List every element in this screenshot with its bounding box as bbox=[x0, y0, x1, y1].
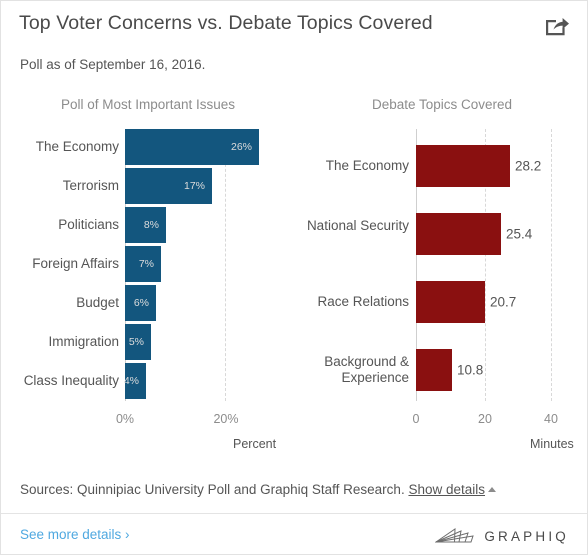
bar-category-label: National Security bbox=[306, 218, 409, 233]
graphiq-wordmark: GRAPHIQ bbox=[484, 528, 569, 544]
chart-panel-debate: Debate Topics Covered The Economy 28.2 N… bbox=[295, 87, 587, 451]
bar-value-label: 17% bbox=[183, 180, 205, 192]
bar-category-label: Immigration bbox=[48, 334, 119, 349]
bar-row: National Security 25.4 bbox=[295, 213, 587, 255]
plot-area-poll: The Economy 26% Terrorism 17% Politician… bbox=[1, 129, 295, 401]
bar-poll-immigration[interactable]: 5% bbox=[125, 324, 151, 360]
sources-text: Sources: Quinnipiac University Poll and … bbox=[20, 482, 405, 497]
xaxis-title-debate: Minutes bbox=[530, 437, 574, 451]
bar-category-label: Terrorism bbox=[62, 178, 119, 193]
bar-poll-the-economy[interactable]: 26% bbox=[125, 129, 259, 165]
graphiq-logo-icon bbox=[435, 528, 475, 543]
bar-value-label: 20.7 bbox=[490, 294, 517, 310]
show-details-link[interactable]: Show details bbox=[408, 482, 485, 497]
bar-category-label: Class Inequality bbox=[23, 373, 119, 388]
bar-debate-background-experience[interactable] bbox=[416, 349, 452, 391]
bar-row: Terrorism 17% bbox=[1, 168, 295, 204]
bar-row: Politicians 8% bbox=[1, 207, 295, 243]
bar-poll-class-inequality[interactable]: 4% bbox=[123, 363, 146, 399]
bar-row: Budget 6% bbox=[1, 285, 295, 321]
bar-poll-terrorism[interactable]: 17% bbox=[125, 168, 212, 204]
xtick-debate-0: 0 bbox=[412, 412, 420, 426]
plot-area-debate: The Economy 28.2 National Security 25.4 … bbox=[295, 129, 587, 401]
bar-category-label: Race Relations bbox=[317, 294, 409, 309]
bar-value-label: 28.2 bbox=[515, 158, 542, 174]
page-subtitle: Poll as of September 16, 2016. bbox=[20, 57, 206, 72]
bar-poll-budget[interactable]: 6% bbox=[125, 285, 156, 321]
footer-divider bbox=[1, 513, 587, 514]
bar-debate-national-security[interactable] bbox=[416, 213, 501, 255]
chart-card: Top Voter Concerns vs. Debate Topics Cov… bbox=[0, 0, 588, 555]
graphiq-brand: GRAPHIQ bbox=[435, 527, 569, 545]
xtick-poll-0: 0% bbox=[115, 412, 135, 426]
bar-category-label: Politicians bbox=[58, 217, 119, 232]
bar-value-label: 5% bbox=[128, 336, 144, 348]
bar-category-label: Background & Experience bbox=[324, 354, 409, 385]
chart-title-debate: Debate Topics Covered bbox=[371, 97, 513, 112]
bar-debate-race-relations[interactable] bbox=[416, 281, 485, 323]
bar-row: Immigration 5% bbox=[1, 324, 295, 360]
xtick-debate-40: 40 bbox=[544, 412, 558, 426]
bar-value-label: 8% bbox=[143, 219, 159, 231]
bar-value-label: 4% bbox=[123, 375, 139, 387]
bar-poll-foreign-affairs[interactable]: 7% bbox=[125, 246, 161, 282]
bar-value-label: 26% bbox=[230, 141, 252, 153]
sources-note: Sources: Quinnipiac University Poll and … bbox=[20, 482, 497, 497]
bar-value-label: 10.8 bbox=[457, 362, 484, 378]
bar-row: The Economy 28.2 bbox=[295, 145, 587, 187]
bar-poll-politicians[interactable]: 8% bbox=[125, 207, 166, 243]
share-icon[interactable] bbox=[544, 15, 570, 37]
xaxis-title-poll: Percent bbox=[233, 437, 277, 451]
bar-row: Race Relations 20.7 bbox=[295, 281, 587, 323]
bar-category-label: The Economy bbox=[35, 139, 119, 154]
see-more-details-link[interactable]: See more details › bbox=[20, 527, 130, 542]
xtick-poll-20: 20% bbox=[213, 412, 239, 426]
bar-category-label: The Economy bbox=[325, 158, 409, 173]
bar-category-label: Foreign Affairs bbox=[32, 256, 119, 271]
page-title: Top Voter Concerns vs. Debate Topics Cov… bbox=[19, 12, 433, 34]
bar-category-label: Budget bbox=[76, 295, 119, 310]
bar-debate-the-economy[interactable] bbox=[416, 145, 510, 187]
bar-row: Class Inequality 4% bbox=[1, 363, 295, 399]
bar-row: The Economy 26% bbox=[1, 129, 295, 165]
chart-panel-poll: Poll of Most Important Issues The Econom… bbox=[1, 87, 295, 451]
bar-value-label: 7% bbox=[138, 258, 154, 270]
bar-value-label: 25.4 bbox=[506, 226, 533, 242]
caret-up-icon[interactable] bbox=[488, 487, 497, 492]
bar-value-label: 6% bbox=[133, 297, 149, 309]
chart-title-poll: Poll of Most Important Issues bbox=[60, 97, 236, 112]
xtick-debate-20: 20 bbox=[478, 412, 492, 426]
bar-row: Foreign Affairs 7% bbox=[1, 246, 295, 282]
bar-row: Background & Experience 10.8 bbox=[295, 349, 587, 391]
